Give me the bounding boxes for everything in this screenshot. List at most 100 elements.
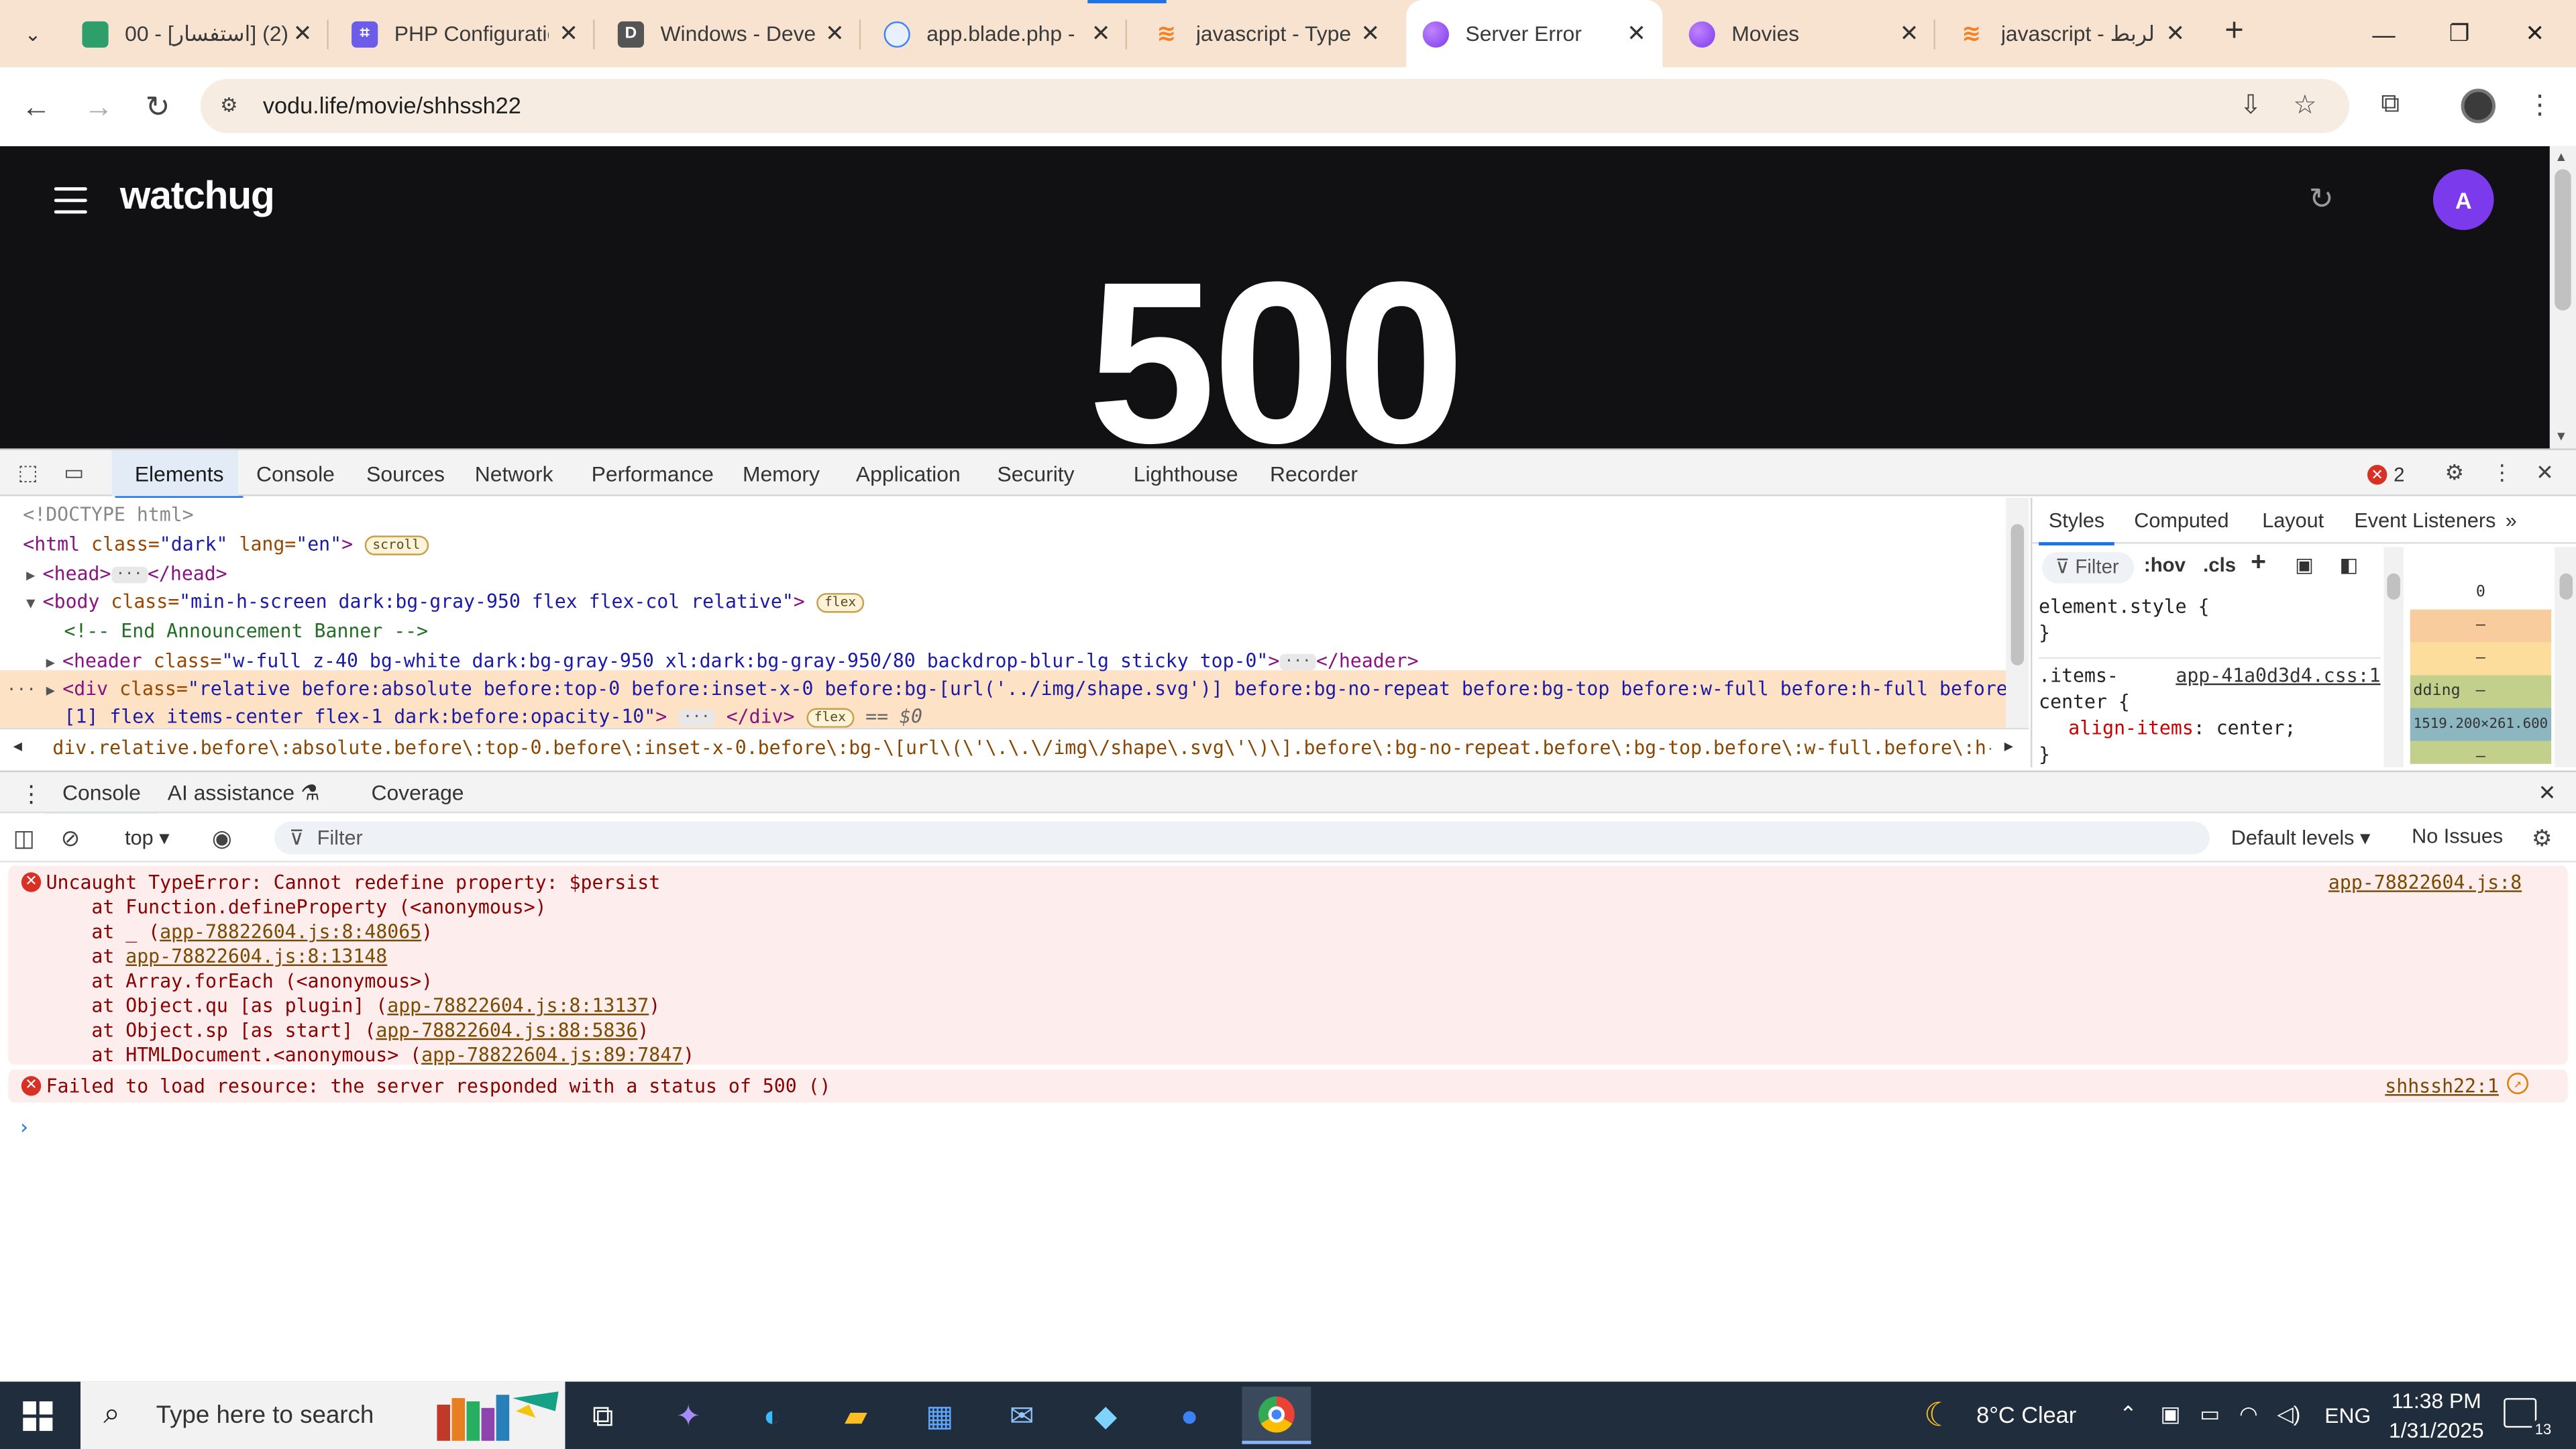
- browser-menu-button[interactable]: ⋮: [2518, 84, 2561, 127]
- drawer-tab-coverage[interactable]: Coverage: [371, 772, 464, 815]
- clock-date[interactable]: 1/31/2025: [2381, 1417, 2493, 1442]
- mail-icon[interactable]: ✉: [998, 1391, 1046, 1440]
- site-info-icon[interactable]: ⚙: [220, 94, 246, 120]
- drawer-tab-ai-assistance[interactable]: AI assistance ⚗: [168, 772, 320, 815]
- more-vertical-icon[interactable]: ⋮: [2487, 460, 2517, 490]
- app-icon[interactable]: ◆: [1081, 1391, 1130, 1440]
- task-view-icon[interactable]: ⧉: [578, 1391, 627, 1440]
- tree-node[interactable]: ▼ <body class="min-h-screen dark:bg-gray-…: [26, 588, 865, 616]
- expand-triangle-icon[interactable]: ▶: [46, 651, 62, 679]
- tree-node[interactable]: <!DOCTYPE html>: [23, 501, 193, 529]
- page-scrollbar[interactable]: ▲ ▼: [2549, 146, 2576, 449]
- install-app-button[interactable]: ⇩: [2229, 84, 2272, 127]
- collapse-triangle-icon[interactable]: ▼: [26, 592, 42, 620]
- class-button[interactable]: .cls: [2203, 553, 2236, 576]
- device-toolbar-icon[interactable]: ▭: [59, 460, 89, 490]
- box-model-scrollbar[interactable]: [2555, 547, 2576, 767]
- tree-node[interactable]: <html class="dark" lang="en"> scroll: [23, 531, 429, 559]
- close-window-button[interactable]: ✕: [2497, 0, 2573, 67]
- tab-sources[interactable]: Sources: [366, 450, 445, 498]
- padding-label[interactable]: dding –: [2410, 675, 2552, 708]
- chevron-up-icon[interactable]: ⌃: [2119, 1401, 2137, 1428]
- tree-node[interactable]: <!-- End Announcement Banner -->: [64, 618, 429, 646]
- drawer-menu-icon[interactable]: ⋮: [19, 772, 42, 815]
- edge-icon[interactable]: ◐: [747, 1391, 796, 1440]
- taskbar-search-box[interactable]: ⌕ Type here to search: [80, 1381, 566, 1449]
- clear-console-icon[interactable]: ⊘: [61, 824, 80, 853]
- scroll-badge[interactable]: scroll: [364, 535, 429, 555]
- scroll-right-icon[interactable]: ▶: [2004, 729, 2013, 767]
- sidebar-toggle-icon[interactable]: ◫: [13, 824, 35, 853]
- weather-moon-icon[interactable]: ☾: [1924, 1395, 1953, 1436]
- scroll-down-icon[interactable]: ▼: [2555, 429, 2567, 443]
- address-bar[interactable]: ⚙ vodu.life/movie/shhssh22: [200, 78, 2350, 133]
- close-icon[interactable]: ✕: [1091, 19, 1111, 48]
- browser-tab-active[interactable]: Server Error ✕: [1406, 0, 1663, 68]
- browser-tab[interactable]: Movies ✕: [1672, 0, 1935, 67]
- stack-frame-link[interactable]: app-78822604.js:8:48065: [160, 920, 421, 943]
- tab-performance[interactable]: Performance: [592, 450, 714, 498]
- close-icon[interactable]: ✕: [825, 19, 845, 48]
- margin-top-value[interactable]: 0: [2410, 576, 2552, 610]
- app-icon[interactable]: ●: [1165, 1391, 1214, 1440]
- stack-frame-link[interactable]: app-78822604.js:8:13137: [387, 994, 649, 1017]
- inspect-element-icon[interactable]: ⬚: [13, 460, 43, 490]
- extensions-button[interactable]: ⧉: [2369, 84, 2412, 127]
- refresh-icon[interactable]: ↻: [2303, 182, 2339, 219]
- close-icon[interactable]: ✕: [2165, 19, 2185, 48]
- wifi-icon[interactable]: ◠: [2239, 1401, 2258, 1428]
- console-error-message[interactable]: ✕ Uncaught TypeError: Cannot redefine pr…: [8, 865, 2568, 1066]
- meet-icon[interactable]: ▣: [2160, 1401, 2180, 1428]
- close-icon[interactable]: ✕: [559, 19, 578, 48]
- close-drawer-icon[interactable]: ✕: [2538, 772, 2557, 815]
- notification-center-icon[interactable]: [2504, 1398, 2537, 1428]
- browser-tab[interactable]: (2) [استفسار] - 00 ✕: [66, 0, 329, 67]
- browser-tab[interactable]: app.blade.php - ✕: [864, 0, 1128, 67]
- expand-triangle-icon[interactable]: ▶: [46, 678, 62, 706]
- live-expression-eye-icon[interactable]: ◉: [212, 824, 232, 853]
- user-avatar[interactable]: A: [2432, 169, 2494, 230]
- styles-filter-input[interactable]: ⊽ Filter: [2042, 551, 2135, 584]
- browser-tab[interactable]: ≋ javascript - الربط ✕: [1939, 0, 2202, 67]
- elements-scrollbar[interactable]: [2006, 498, 2029, 728]
- flex-badge[interactable]: flex: [806, 707, 855, 727]
- flex-badge[interactable]: flex: [816, 592, 865, 612]
- css-source-link[interactable]: app-41a0d3d4.css:1: [2176, 662, 2380, 688]
- tree-node-selected[interactable]: ··· ▶ <div class="relative before:absolut…: [7, 676, 2006, 704]
- weather-text[interactable]: 8°C Clear: [1976, 1401, 2076, 1428]
- more-tabs-icon[interactable]: »: [2506, 498, 2517, 544]
- close-icon[interactable]: ✕: [1900, 19, 1919, 48]
- browser-tab[interactable]: ⌗ PHP Configuration ✕: [332, 0, 595, 67]
- console-settings-icon[interactable]: ⚙: [2532, 824, 2553, 853]
- network-request-icon[interactable]: ↗: [2507, 1073, 2528, 1095]
- close-icon[interactable]: ✕: [1627, 19, 1646, 48]
- issues-button[interactable]: No Issues: [2412, 824, 2503, 847]
- file-explorer-icon[interactable]: ▰: [831, 1391, 880, 1440]
- tab-memory[interactable]: Memory: [743, 450, 820, 498]
- minimize-button[interactable]: —: [2346, 0, 2422, 67]
- close-icon[interactable]: ✕: [293, 19, 313, 48]
- tab-application[interactable]: Application: [856, 450, 961, 498]
- tab-recorder[interactable]: Recorder: [1270, 450, 1358, 498]
- chrome-icon[interactable]: [1242, 1386, 1311, 1444]
- new-rule-icon[interactable]: +: [2251, 549, 2266, 578]
- scroll-left-icon[interactable]: ◀: [13, 729, 22, 767]
- menu-icon[interactable]: [54, 187, 87, 221]
- stack-frame-link[interactable]: app-78822604.js:88:5836: [376, 1018, 637, 1041]
- clock-time[interactable]: 11:38 PM: [2387, 1388, 2485, 1413]
- styles-scrollbar[interactable]: [2383, 547, 2404, 767]
- toggle-sidebar-icon[interactable]: ◧: [2339, 553, 2358, 576]
- tab-computed[interactable]: Computed: [2134, 498, 2229, 544]
- tab-layout[interactable]: Layout: [2262, 498, 2324, 544]
- volume-icon[interactable]: ◁): [2277, 1401, 2300, 1428]
- settings-gear-icon[interactable]: ⚙: [2440, 460, 2469, 490]
- bookmark-button[interactable]: ☆: [2284, 84, 2326, 127]
- css-declaration[interactable]: align-items: center;: [2039, 714, 2380, 741]
- css-rule-selector[interactable]: .items-app-41a0d3d4.css:1: [2039, 662, 2380, 688]
- new-tab-button[interactable]: +: [2214, 13, 2254, 53]
- close-icon[interactable]: ✕: [1360, 19, 1380, 48]
- tab-console[interactable]: Console: [256, 450, 335, 498]
- close-devtools-icon[interactable]: ✕: [2530, 460, 2559, 490]
- reload-button[interactable]: ↻: [135, 84, 181, 130]
- margin-dash[interactable]: –: [2410, 609, 2552, 643]
